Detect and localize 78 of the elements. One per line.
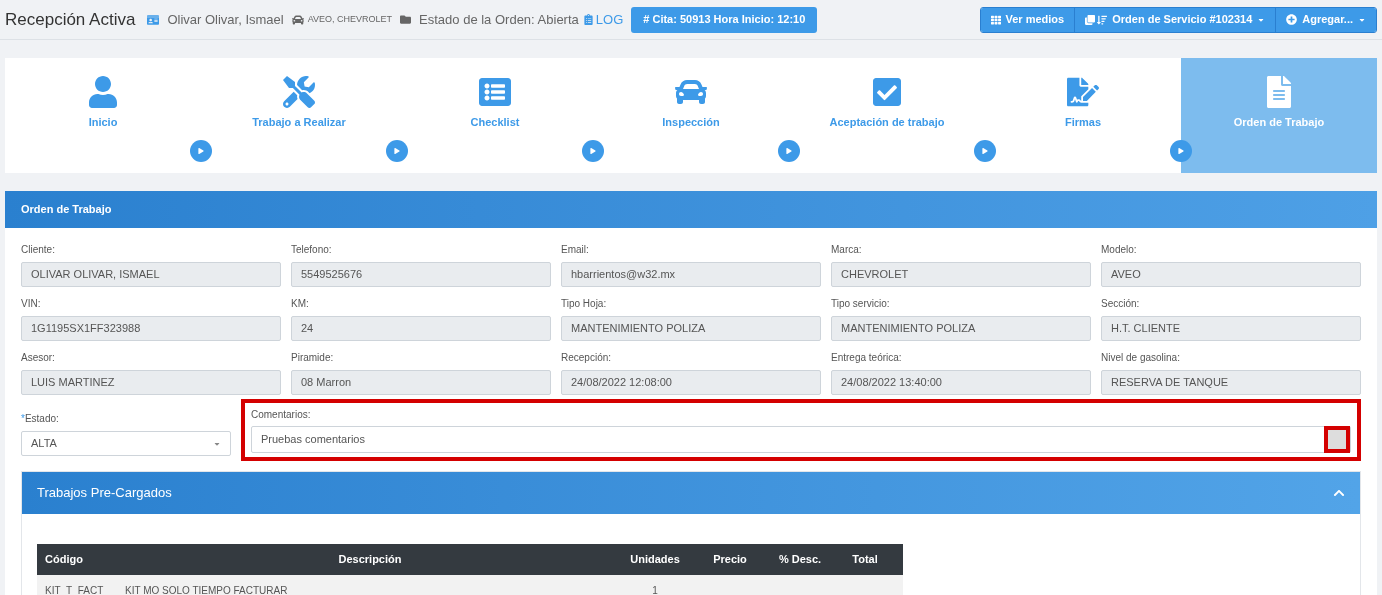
field-label: Piramide: [291, 351, 335, 365]
play-icon [1178, 148, 1184, 154]
field-label: Modelo: [1101, 243, 1138, 257]
client-name: Olivar Olivar, Ismael [167, 10, 284, 29]
play-icon [786, 148, 792, 154]
section-title: Trabajos Pre-Cargados [37, 484, 172, 503]
field-label: Tipo servicio: [831, 297, 891, 311]
input-field[interactable]: CHEVROLET [831, 262, 1091, 287]
column-header: Precio [712, 552, 748, 568]
input-field[interactable]: 5549525676 [291, 262, 551, 287]
play-icon [198, 148, 204, 154]
field-label: Cliente: [21, 243, 56, 257]
field-label: Comentarios: [251, 408, 312, 422]
checkbox-icon [871, 76, 903, 108]
input-field[interactable]: RESERVA DE TANQUE [1101, 370, 1361, 395]
field-label: Email: [561, 243, 590, 257]
comments-field[interactable]: Pruebas comentarios [251, 426, 1351, 453]
input-field[interactable]: 24 [291, 316, 551, 341]
field-label: Recepción: [561, 351, 613, 365]
table-cell: 1 [652, 585, 658, 595]
step-label: Firmas [1064, 115, 1102, 130]
column-header: % Desc. [777, 552, 823, 568]
sort-icon [1097, 14, 1108, 25]
field-label: Sección: [1101, 297, 1141, 311]
car-icon [291, 13, 304, 26]
play-icon [982, 148, 988, 154]
input-field[interactable]: H.T. CLIENTE [1101, 316, 1361, 341]
page-title: Recepción Activa [5, 8, 136, 31]
column-header: Unidades [629, 552, 681, 568]
field-label: KM: [291, 297, 310, 311]
required-mark: * [21, 412, 25, 426]
play-icon [590, 148, 596, 154]
panel-title: Orden de Trabajo [21, 202, 112, 218]
field-label: VIN: [21, 297, 42, 311]
id-card-icon [147, 13, 160, 26]
play-icon [394, 148, 400, 154]
section-header[interactable]: Trabajos Pre-Cargados [22, 472, 1360, 514]
input-field[interactable]: 24/08/2022 12:08:00 [561, 370, 821, 395]
grid-icon [990, 14, 1001, 25]
input-field[interactable]: LUIS MARTINEZ [21, 370, 281, 395]
field-label: Nivel de gasolina: [1101, 351, 1181, 365]
list-icon [479, 76, 511, 108]
vehicle-name: AVEO, CHEVROLET [307, 12, 393, 26]
input-field[interactable]: 1G1195SX1FF323988 [21, 316, 281, 341]
field-label: Telefono: [291, 243, 333, 257]
field-label: Entrega teórica: [831, 351, 903, 365]
collapse-icon[interactable] [1333, 487, 1345, 499]
step-label: Trabajo a Realizar [252, 115, 346, 130]
folder-icon [400, 14, 412, 25]
step-label: Inspección [662, 115, 720, 130]
field-label: Estado: [24, 412, 59, 426]
table-cell: KIT MO SOLO TIEMPO FACTURAR [125, 585, 288, 595]
user-icon [87, 76, 119, 108]
input-field[interactable]: MANTENIMIENTO POLIZA [831, 316, 1091, 341]
field-label: Tipo Hoja: [561, 297, 608, 311]
field-label: Marca: [831, 243, 863, 257]
column-header: Descripción [337, 552, 403, 568]
clipboard-icon [582, 14, 594, 25]
field-label: Asesor: [21, 351, 56, 365]
input-field[interactable]: AVEO [1101, 262, 1361, 287]
step-label: Orden de Trabajo [1233, 115, 1325, 130]
order-status: Estado de la Orden: Abierta [419, 10, 579, 29]
signature-icon [1067, 76, 1099, 108]
column-header: Total [851, 552, 879, 568]
input-field[interactable]: 08 Marron [291, 370, 551, 395]
status-select[interactable]: ALTA [21, 431, 231, 456]
input-field[interactable]: OLIVAR OLIVAR, ISMAEL [21, 262, 281, 287]
input-field[interactable]: 24/08/2022 13:40:00 [831, 370, 1091, 395]
step-label: Aceptación de trabajo [829, 115, 945, 130]
step-label: Inicio [88, 115, 118, 130]
tools-icon [283, 76, 315, 108]
resize-handle[interactable] [1324, 426, 1350, 453]
column-header: Código [45, 552, 84, 568]
plus-icon [1286, 14, 1298, 25]
input-field[interactable]: MANTENIMIENTO POLIZA [561, 316, 821, 341]
input-field[interactable]: hbarrientos@w32.mx [561, 262, 821, 287]
step-label: Checklist [470, 115, 520, 130]
copy-icon [1085, 14, 1096, 25]
